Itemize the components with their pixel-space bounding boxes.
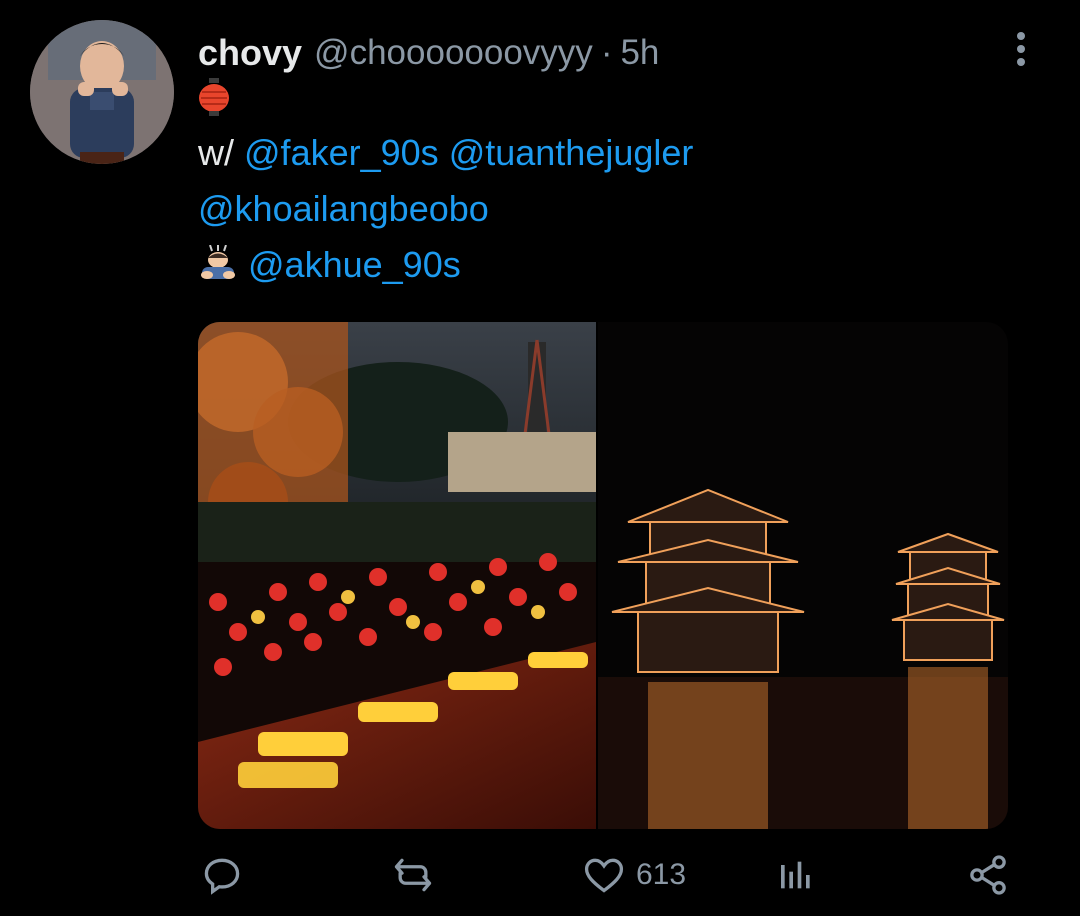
with-prefix: w/ — [198, 132, 234, 173]
reply-icon — [204, 858, 240, 895]
reply-button[interactable] — [200, 850, 244, 900]
views-button[interactable] — [776, 850, 816, 900]
share-icon — [970, 855, 1006, 895]
tweet-line-3: 🙇🏻 @akhue_90s — [198, 244, 461, 290]
user-handle[interactable]: @chooooooovyyy — [314, 33, 593, 73]
lantern-emoji — [198, 78, 230, 125]
tweet-line-emoji: 🏮 — [198, 78, 230, 125]
pagodas-image[interactable] — [598, 322, 1008, 829]
media-grid — [198, 322, 1008, 829]
retweet-button[interactable] — [390, 850, 436, 900]
mention-faker[interactable]: @faker_90s — [244, 132, 439, 173]
display-name[interactable]: chovy — [198, 32, 302, 74]
avatar[interactable] — [30, 20, 174, 164]
action-bar: 613 — [0, 850, 1080, 900]
timestamp[interactable]: 5h — [620, 33, 659, 73]
mention-khoailangbeobo[interactable]: @khoailangbeobo — [198, 188, 489, 229]
tweet-line-1: w/ @faker_90s @tuanthejugler — [198, 132, 693, 174]
bowing-person-emoji — [198, 244, 238, 290]
like-count: 613 — [636, 858, 687, 891]
retweet-icon — [394, 858, 432, 892]
separator-dot: · — [600, 33, 613, 72]
mention-tuanthejugler[interactable]: @tuanthejugler — [449, 132, 694, 173]
like-button[interactable]: 613 — [582, 850, 686, 900]
analytics-icon — [781, 861, 810, 889]
avatar-photo — [30, 20, 174, 164]
tweet-line-2: @khoailangbeobo — [198, 188, 489, 230]
more-options-icon[interactable] — [1008, 28, 1034, 70]
lantern-boats-image[interactable] — [198, 322, 596, 829]
mention-akhue[interactable]: @akhue_90s — [248, 244, 461, 285]
share-button[interactable] — [966, 850, 1010, 900]
heart-icon — [584, 858, 624, 893]
tweet-header: chovy @chooooooovyyy · 5h — [198, 30, 659, 76]
